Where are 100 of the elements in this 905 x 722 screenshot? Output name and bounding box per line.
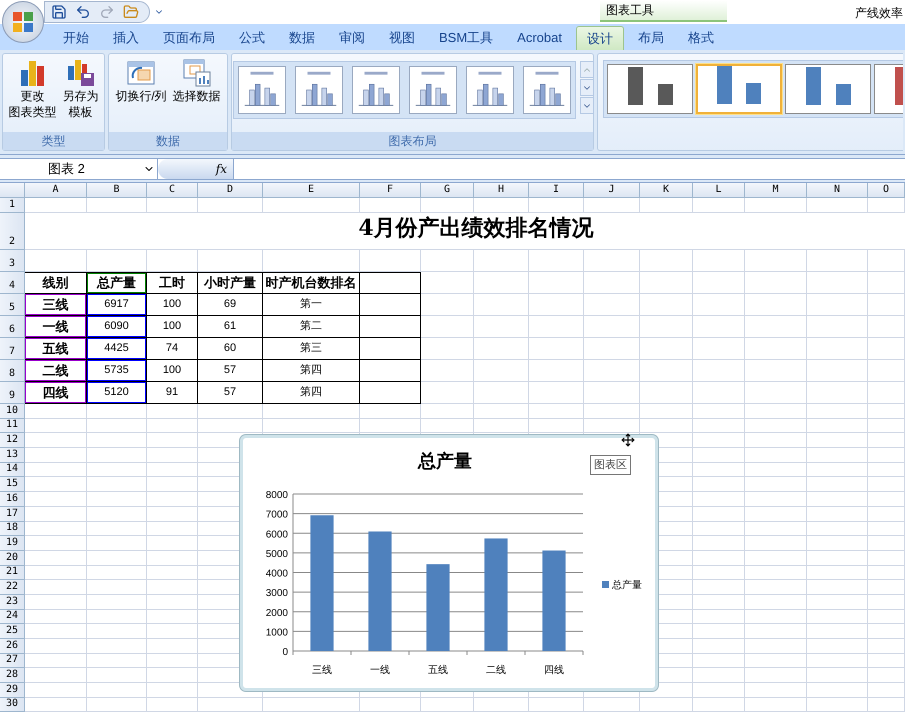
- grid-cell: [25, 624, 87, 639]
- grid-cell: [807, 668, 868, 684]
- ribbon-tab[interactable]: 视图: [379, 26, 425, 50]
- grid-cell: [868, 668, 905, 684]
- grid-cell: [807, 382, 868, 404]
- axis-tick-label: 5000: [266, 548, 288, 560]
- folder-icon[interactable]: [123, 4, 139, 20]
- column-header[interactable]: M: [745, 183, 807, 197]
- grid-cell: [693, 536, 745, 551]
- column-header[interactable]: J: [584, 183, 640, 197]
- row-header[interactable]: 4: [0, 272, 25, 294]
- row-header[interactable]: 25: [0, 624, 25, 639]
- row-header[interactable]: 18: [0, 522, 25, 536]
- row-header[interactable]: 17: [0, 506, 25, 522]
- row-header[interactable]: 16: [0, 492, 25, 507]
- grid-cell: [868, 610, 905, 624]
- column-header[interactable]: I: [529, 183, 584, 197]
- row-header[interactable]: 2: [0, 213, 25, 250]
- name-box[interactable]: 图表 2: [0, 159, 158, 179]
- row-header[interactable]: 28: [0, 668, 25, 684]
- row-header[interactable]: 22: [0, 580, 25, 595]
- undo-icon[interactable]: [75, 4, 91, 20]
- grid-cell: [693, 462, 745, 478]
- row-header[interactable]: 19: [0, 536, 25, 551]
- ribbon-tab[interactable]: 设计: [576, 26, 624, 50]
- row-header[interactable]: 27: [0, 654, 25, 668]
- ribbon-tab[interactable]: 开始: [53, 26, 99, 50]
- ribbon-tab[interactable]: 页面布局: [153, 26, 225, 50]
- row-header[interactable]: 26: [0, 639, 25, 654]
- ribbon-button[interactable]: 更改 图表类型: [8, 58, 58, 120]
- chart-layout-thumbnail[interactable]: [295, 66, 343, 114]
- row-header[interactable]: 15: [0, 477, 25, 492]
- row-header[interactable]: 10: [0, 404, 25, 419]
- row-header[interactable]: 6: [0, 316, 25, 338]
- ribbon-button[interactable]: 切换行/列: [114, 58, 168, 104]
- ribbon-tab[interactable]: 插入: [103, 26, 149, 50]
- chart-layout-thumbnail[interactable]: [238, 66, 286, 114]
- grid-cell: [807, 610, 868, 624]
- table-cell: 工时: [147, 272, 198, 294]
- column-header[interactable]: E: [263, 183, 360, 197]
- ribbon-tab[interactable]: Acrobat: [507, 26, 572, 50]
- table-cell: 100: [147, 294, 198, 316]
- grid-cell: [868, 594, 905, 610]
- ribbon-button[interactable]: 选择数据: [172, 58, 222, 104]
- column-header[interactable]: G: [421, 183, 474, 197]
- column-header[interactable]: K: [640, 183, 693, 197]
- row-header[interactable]: 23: [0, 594, 25, 610]
- scroll-down-button[interactable]: [580, 79, 594, 96]
- column-header[interactable]: N: [807, 183, 868, 197]
- chart-style-option[interactable]: [785, 64, 871, 114]
- ribbon-button[interactable]: 另存为 模板: [62, 58, 100, 120]
- row-header[interactable]: 13: [0, 448, 25, 463]
- column-header[interactable]: H: [474, 183, 529, 197]
- column-header[interactable]: D: [198, 183, 263, 197]
- chart-style-option[interactable]: [607, 64, 693, 114]
- row-header[interactable]: 20: [0, 550, 25, 566]
- column-header[interactable]: F: [360, 183, 421, 197]
- office-button[interactable]: [2, 1, 44, 43]
- ribbon-tab[interactable]: 布局: [628, 26, 674, 50]
- column-header[interactable]: A: [25, 183, 87, 197]
- row-header[interactable]: 24: [0, 610, 25, 624]
- row-header[interactable]: 21: [0, 566, 25, 580]
- ribbon-tab[interactable]: 格式: [678, 26, 724, 50]
- table-chart-icon: [182, 58, 212, 88]
- row-header[interactable]: 8: [0, 360, 25, 382]
- chart-layout-thumbnail[interactable]: [466, 66, 514, 114]
- chart-layout-thumbnail[interactable]: [409, 66, 457, 114]
- row-header[interactable]: 9: [0, 382, 25, 404]
- grid-cell: [868, 272, 905, 294]
- ribbon-tab[interactable]: 数据: [279, 26, 325, 50]
- formula-button[interactable]: fx: [158, 159, 234, 179]
- column-header[interactable]: L: [693, 183, 745, 197]
- row-header[interactable]: 14: [0, 462, 25, 478]
- row-header[interactable]: 11: [0, 418, 25, 434]
- column-header[interactable]: B: [87, 183, 147, 197]
- row-header[interactable]: 5: [0, 294, 25, 316]
- row-header[interactable]: 3: [0, 250, 25, 272]
- column-header[interactable]: O: [868, 183, 905, 197]
- save-icon[interactable]: [51, 4, 67, 20]
- ribbon-tab[interactable]: BSM工具: [429, 26, 504, 50]
- grid-cell: [87, 610, 147, 624]
- table-cell: 5735: [87, 360, 147, 382]
- ribbon-tab[interactable]: 公式: [229, 26, 275, 50]
- row-header[interactable]: 29: [0, 683, 25, 698]
- grid-cell: [25, 654, 87, 668]
- grid-cell: [807, 698, 868, 712]
- chart-layout-thumbnail[interactable]: [523, 66, 571, 114]
- chart-style-option[interactable]: [696, 64, 782, 114]
- row-header[interactable]: 7: [0, 338, 25, 360]
- ribbon-tab[interactable]: 审阅: [329, 26, 375, 50]
- row-header[interactable]: 12: [0, 433, 25, 448]
- grid-cell: [693, 316, 745, 338]
- grid-cell: [87, 668, 147, 684]
- grid-cell: [868, 492, 905, 507]
- row-header[interactable]: 30: [0, 698, 25, 712]
- column-header[interactable]: C: [147, 183, 198, 197]
- chart-area[interactable]: 总产量 图表区 0 1000 2000 3000 4000 5000 6000 7000 8000 三线 一线 五线 二线 四线 总产量: [240, 435, 658, 691]
- chart-layout-thumbnail[interactable]: [352, 66, 400, 114]
- more-button[interactable]: [580, 97, 594, 114]
- row-header[interactable]: 1: [0, 198, 25, 213]
